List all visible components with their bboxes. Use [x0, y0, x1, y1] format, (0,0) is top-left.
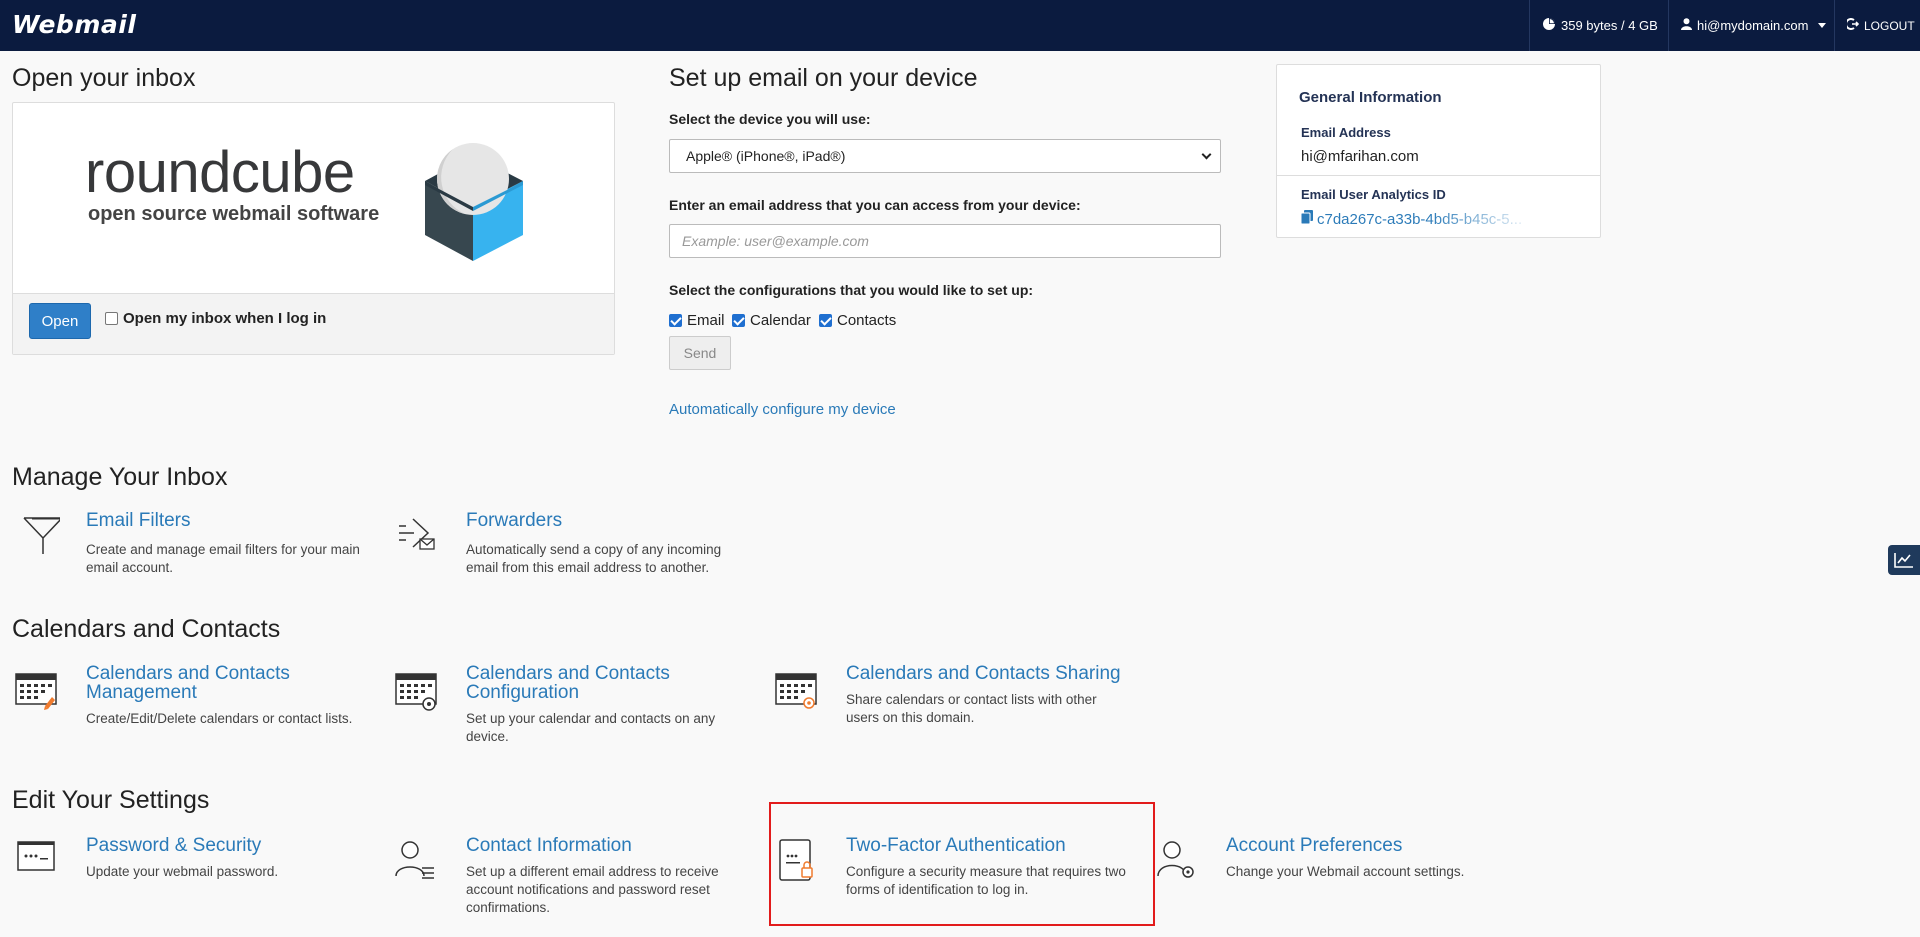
- config-email-checkbox[interactable]: Email: [669, 312, 725, 329]
- filter-icon: [23, 517, 60, 554]
- logout-button[interactable]: LOGOUT: [1834, 0, 1920, 51]
- contact-information-title[interactable]: Contact Information: [466, 836, 726, 855]
- chevron-down-icon: [1818, 23, 1827, 28]
- email-access-label: Enter an email address that you can acce…: [669, 197, 1081, 213]
- forwarders-title[interactable]: Forwarders: [466, 511, 726, 530]
- calendar-config-icon: [395, 673, 437, 711]
- inbox-heading: Open your inbox: [12, 64, 196, 92]
- divider: [1277, 175, 1600, 176]
- manage-inbox-heading: Manage Your Inbox: [12, 463, 228, 491]
- device-label: Select the device you will use:: [669, 111, 871, 127]
- calendars-configuration-title[interactable]: Calendars and Contacts Configuration: [466, 664, 726, 702]
- auto-open-checkbox-box[interactable]: [105, 312, 118, 325]
- disk-usage[interactable]: 359 bytes / 4 GB: [1529, 0, 1670, 51]
- config-calendar-checkbox[interactable]: Calendar: [732, 312, 811, 329]
- contact-info-icon: [395, 841, 434, 879]
- config-email-label: Email: [687, 312, 725, 329]
- calendars-management-title[interactable]: Calendars and Contacts Management: [86, 664, 346, 702]
- calendars-heading: Calendars and Contacts: [12, 615, 281, 643]
- device-select-value: Apple® (iPhone®, iPad®): [686, 148, 846, 164]
- config-contacts-checkbox-box[interactable]: [819, 314, 832, 327]
- logout-icon: [1845, 18, 1860, 33]
- forwarders-desc: Automatically send a copy of any incomin…: [466, 542, 722, 575]
- user-menu[interactable]: hi@mydomain.com: [1668, 0, 1838, 51]
- auto-open-label: Open my inbox when I log in: [123, 310, 327, 327]
- logout-label: LOGOUT: [1864, 18, 1915, 33]
- email-address-label: Email Address: [1301, 125, 1391, 140]
- analytics-id-value: c7da267c-a33b-4bd5-b45c-5...: [1317, 210, 1523, 228]
- general-info-card: General Information Email Address hi@mfa…: [1276, 64, 1601, 238]
- password-security-desc: Update your webmail password.: [86, 864, 279, 879]
- config-contacts-label: Contacts: [837, 312, 897, 329]
- account-preferences-title[interactable]: Account Preferences: [1226, 836, 1486, 855]
- setup-heading: Set up email on your device: [669, 64, 978, 92]
- auto-configure-link[interactable]: Automatically configure my device: [669, 401, 896, 418]
- email-filters-desc: Create and manage email filters for your…: [86, 542, 360, 575]
- open-inbox-button[interactable]: Open: [29, 303, 91, 339]
- disk-usage-pie-icon: [1542, 17, 1556, 34]
- calendar-edit-icon: [15, 673, 57, 710]
- device-email-input[interactable]: Example: user@example.com: [669, 224, 1221, 258]
- password-icon: [17, 841, 55, 871]
- analytics-id-label: Email User Analytics ID: [1301, 187, 1446, 202]
- calendar-share-icon: [775, 673, 817, 709]
- send-button[interactable]: Send: [669, 336, 731, 370]
- calendars-sharing-title[interactable]: Calendars and Contacts Sharing: [846, 664, 1146, 683]
- email-filters-title[interactable]: Email Filters: [86, 511, 346, 530]
- account-preferences-icon: [1157, 841, 1194, 878]
- calendars-configuration-desc: Set up your calendar and contacts on any…: [466, 711, 716, 744]
- auto-open-checkbox[interactable]: Open my inbox when I log in: [105, 310, 326, 327]
- config-label: Select the configurations that you would…: [669, 282, 1034, 298]
- general-info-title: General Information: [1299, 89, 1442, 106]
- forward-icon: [399, 518, 435, 550]
- user-icon: [1681, 18, 1692, 33]
- calendars-sharing-desc: Share calendars or contact lists with ot…: [846, 692, 1097, 725]
- analytics-chart-icon: [1894, 553, 1913, 568]
- copy-icon[interactable]: [1300, 210, 1313, 228]
- roundcube-logo-tagline: open source webmail software: [88, 203, 380, 225]
- contact-information-desc: Set up a different email address to rece…: [466, 864, 719, 915]
- disk-usage-text: 359 bytes / 4 GB: [1561, 18, 1658, 33]
- two-factor-highlight-box: [769, 802, 1155, 926]
- device-email-placeholder: Example: user@example.com: [682, 233, 869, 249]
- config-email-checkbox-box[interactable]: [669, 314, 682, 327]
- config-calendar-label: Calendar: [750, 312, 811, 329]
- analytics-side-tab[interactable]: [1888, 545, 1920, 575]
- calendars-management-desc: Create/Edit/Delete calendars or contact …: [86, 711, 353, 726]
- password-security-title[interactable]: Password & Security: [86, 836, 346, 855]
- roundcube-logo-word: roundcube: [85, 140, 355, 205]
- chevron-down-icon: [1201, 149, 1212, 160]
- config-calendar-checkbox-box[interactable]: [732, 314, 745, 327]
- roundcube-cube-icon: [425, 143, 523, 261]
- email-address-value: hi@mfarihan.com: [1301, 148, 1419, 165]
- analytics-id-copy[interactable]: c7da267c-a33b-4bd5-b45c-5...: [1300, 210, 1523, 228]
- brand-logo[interactable]: Webmail: [12, 10, 136, 39]
- device-select[interactable]: Apple® (iPhone®, iPad®): [669, 139, 1221, 173]
- user-email: hi@mydomain.com: [1697, 18, 1809, 33]
- config-contacts-checkbox[interactable]: Contacts: [819, 312, 896, 329]
- account-preferences-desc: Change your Webmail account settings.: [1226, 864, 1465, 879]
- roundcube-logo[interactable]: roundcube open source webmail software: [85, 143, 379, 226]
- inbox-card: roundcube open source webmail software O…: [12, 102, 615, 355]
- settings-heading: Edit Your Settings: [12, 786, 210, 814]
- top-navbar: Webmail 359 bytes / 4 GB hi@mydomain.com…: [0, 0, 1920, 51]
- inbox-card-footer: Open Open my inbox when I log in: [13, 293, 614, 354]
